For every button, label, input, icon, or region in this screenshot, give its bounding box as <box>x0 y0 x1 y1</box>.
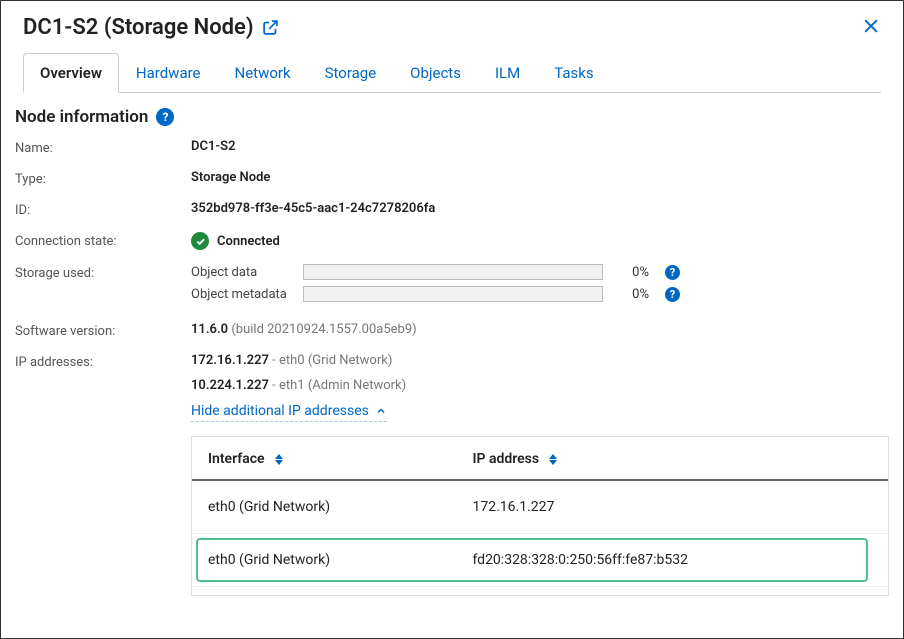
hide-ip-link[interactable]: Hide additional IP addresses <box>191 403 387 422</box>
check-icon <box>191 232 209 250</box>
object-meta-label: Object metadata <box>191 287 303 302</box>
tab-ilm[interactable]: ILM <box>478 53 537 93</box>
tab-overview[interactable]: Overview <box>23 53 119 93</box>
storage-label: Storage used: <box>15 264 191 281</box>
col-ip[interactable]: IP address <box>472 451 539 467</box>
object-data-bar <box>303 264 603 280</box>
table-row: eth0 (Grid Network) fd20:328:328:0:250:5… <box>192 534 888 587</box>
open-external-icon[interactable] <box>262 19 279 36</box>
ip-desc: - eth0 (Grid Network) <box>269 353 392 368</box>
id-value: 352bd978-ff3e-45c5-aac1-24c7278206fa <box>191 201 435 216</box>
hide-ip-text: Hide additional IP addresses <box>191 403 369 419</box>
cell-interface: eth0 (Grid Network) <box>192 480 456 534</box>
help-icon[interactable]: ? <box>665 287 680 302</box>
tab-storage[interactable]: Storage <box>308 53 394 93</box>
object-meta-bar <box>303 286 603 302</box>
tab-hardware[interactable]: Hardware <box>119 53 218 93</box>
ip-value: 172.16.1.227 <box>191 353 269 368</box>
page-title: DC1-S2 (Storage Node) <box>23 15 254 40</box>
chevron-up-icon <box>375 405 387 417</box>
col-interface[interactable]: Interface <box>208 451 265 467</box>
sort-icon[interactable] <box>275 454 283 465</box>
help-icon[interactable]: ? <box>665 265 680 280</box>
version-value: 11.6.0 <box>191 322 228 337</box>
type-value: Storage Node <box>191 170 270 185</box>
table-row: eth0 (Grid Network) 172.16.1.227 <box>192 480 888 534</box>
tab-tasks[interactable]: Tasks <box>537 53 610 93</box>
close-icon[interactable] <box>861 16 881 40</box>
ip-desc: - eth1 (Admin Network) <box>269 378 406 393</box>
type-label: Type: <box>15 170 191 187</box>
sort-icon[interactable] <box>549 454 557 465</box>
ip-label: IP addresses: <box>15 353 191 370</box>
section-title: Node information <box>15 107 148 127</box>
tab-network[interactable]: Network <box>218 53 308 93</box>
cell-ip: fd20:328:328:0:250:56ff:fe87:b532 <box>456 534 888 586</box>
conn-label: Connection state: <box>15 232 191 249</box>
conn-value: Connected <box>217 234 280 249</box>
name-value: DC1-S2 <box>191 139 236 154</box>
object-data-pct: 0% <box>611 265 649 280</box>
ip-table: Interface IP address <box>191 436 889 596</box>
version-label: Software version: <box>15 322 191 339</box>
tab-objects[interactable]: Objects <box>393 53 478 93</box>
object-meta-pct: 0% <box>611 287 649 302</box>
ip-value: 10.224.1.227 <box>191 378 269 393</box>
version-build: (build 20210924.1557.00a5eb9) <box>228 322 417 337</box>
name-label: Name: <box>15 139 191 156</box>
help-icon[interactable]: ? <box>156 108 174 126</box>
object-data-label: Object data <box>191 265 303 280</box>
cell-interface: eth0 (Grid Network) <box>192 534 456 586</box>
id-label: ID: <box>15 201 191 218</box>
cell-ip: 172.16.1.227 <box>456 480 888 534</box>
tab-bar: Overview Hardware Network Storage Object… <box>23 52 881 93</box>
